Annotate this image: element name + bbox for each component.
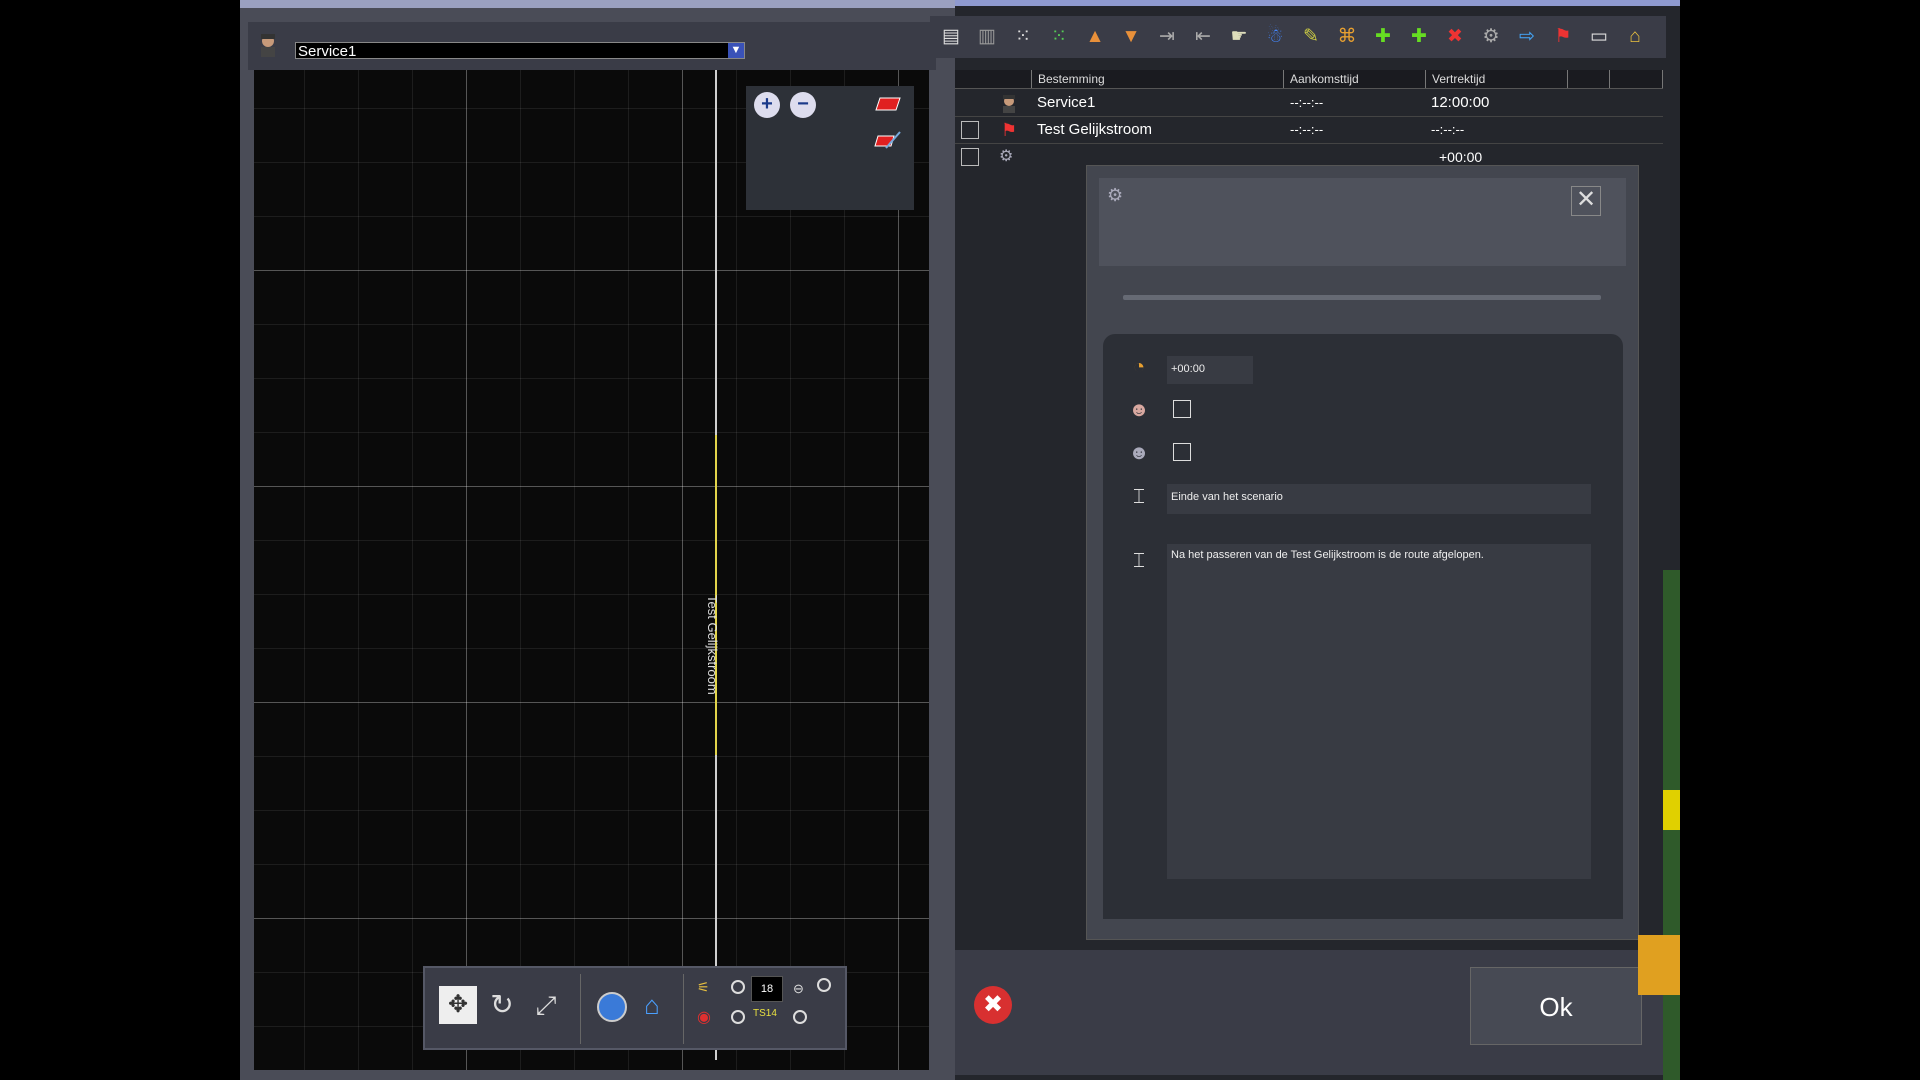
service-select-value: Service1 — [298, 43, 357, 60]
cancel-icon[interactable]: ✖ — [974, 986, 1012, 1024]
flag-icon[interactable]: ⚑ — [1550, 24, 1576, 50]
arrival-cell: --:--:-- — [1290, 122, 1324, 137]
move-down-icon[interactable]: ▼ — [1118, 24, 1144, 50]
column-header-destination[interactable]: Bestemming — [1031, 70, 1283, 88]
resize-icon[interactable]: ⤢ — [527, 986, 565, 1024]
zoom-out-icon[interactable]: − — [790, 92, 816, 118]
ok-button[interactable]: Ok — [1470, 967, 1642, 1045]
home-icon[interactable]: ⌂ — [633, 986, 671, 1024]
map-toolbar: ✥ ↻ ⤢ ⌂ ⚟ 18 ⊖ ◉ TS14 — [423, 966, 847, 1050]
departure-cell: 12:00:00 — [1431, 94, 1490, 111]
trash-icon[interactable]: ▥ — [974, 24, 1000, 50]
table-row[interactable]: ⚑ Test Gelijkstroom --:--:-- --:--:-- — [955, 117, 1663, 144]
driver-icon — [999, 93, 1019, 113]
driver-settings-icon: ☻ — [1128, 442, 1150, 464]
text-settings-icon: ⌶ — [1133, 550, 1145, 572]
split-icon[interactable]: ⇥ — [1154, 24, 1180, 50]
dialog-title-bar: ⚙ — [1099, 178, 1626, 266]
departure-cell: --:--:-- — [1431, 122, 1465, 137]
scenery-train — [1663, 790, 1680, 830]
row-checkbox[interactable] — [961, 121, 979, 139]
add-branch-icon[interactable]: ✚ — [1370, 24, 1396, 50]
panel-icon[interactable]: ▭ — [1586, 24, 1612, 50]
remove-icon[interactable]: ✖ — [1442, 24, 1468, 50]
dialog-separator — [1123, 295, 1601, 300]
row-checkbox[interactable] — [961, 148, 979, 166]
instruction-settings-icon: ⚙ — [999, 148, 1014, 165]
eraser-icon[interactable] — [874, 94, 902, 119]
close-icon[interactable]: ✕ — [1571, 186, 1601, 216]
people-icon[interactable]: ☃ — [1262, 24, 1288, 50]
flag-icon: ⚑ — [1001, 120, 1018, 140]
table-header: Bestemming Aankomsttijd Vertrektijd — [955, 70, 1663, 89]
radio-option-icon[interactable] — [793, 1010, 807, 1024]
scenario-description-text: Na het passeren van de Test Gelijkstroom… — [1171, 549, 1484, 561]
toolbar-divider — [580, 974, 581, 1044]
warning-icon[interactable]: ◉ — [697, 1008, 719, 1028]
settings-icon[interactable]: ⚙ — [1478, 24, 1504, 50]
column-header-departure[interactable]: Vertrektijd — [1425, 70, 1567, 88]
edit-icon[interactable]: ✎ — [1298, 24, 1324, 50]
version-label: TS14 — [753, 1008, 777, 1019]
layout-icon[interactable]: ⌂ — [1622, 24, 1648, 50]
import-icon[interactable]: ⇨ — [1514, 24, 1540, 50]
add-icon[interactable]: ✚ — [1406, 24, 1432, 50]
column-header-arrival[interactable]: Aankomsttijd — [1283, 70, 1425, 88]
dialog-body: ◔ +00:00 ☻ ☻ ⌶ Einde van het scenario ⌶ … — [1103, 334, 1623, 919]
chevron-down-icon[interactable]: ▼ — [728, 43, 744, 58]
toolbar-divider — [683, 974, 684, 1044]
editor-toolbar: ▤ ▥ ⁙ ⁙ ▲ ▼ ⇥ ⇤ ☛ ☃ ✎ ⌘ ✚ ✚ ✖ ⚙ ⇨ ⚑ ▭ ⌂ — [930, 16, 1666, 58]
column-header-extra — [1567, 70, 1609, 88]
save-icon[interactable]: ▤ — [938, 24, 964, 50]
move-up-icon[interactable]: ▲ — [1082, 24, 1108, 50]
schedule-table: Bestemming Aankomsttijd Vertrektijd Serv… — [955, 70, 1663, 166]
scenery-object — [1638, 935, 1680, 995]
text-settings-icon: ⌶ — [1133, 486, 1145, 508]
arrange-icon[interactable]: ⌘ — [1334, 24, 1360, 50]
hand-icon[interactable]: ☛ — [1226, 24, 1252, 50]
schedule-panel-top-strip — [955, 0, 1680, 6]
signal-icon[interactable]: ⚟ — [697, 978, 717, 996]
driver-icon — [256, 32, 280, 58]
radio-option-icon[interactable] — [731, 980, 745, 994]
eraser-edit-icon[interactable] — [874, 128, 902, 157]
map-grid[interactable] — [254, 70, 929, 1070]
scenario-description-textarea[interactable]: Na het passeren van de Test Gelijkstroom… — [1167, 544, 1591, 879]
instruction-dialog: ⚙ ✕ ◔ +00:00 ☻ ☻ ⌶ Einde van het scenari… — [1086, 165, 1639, 940]
grid-small-icon[interactable]: ⁙ — [1010, 24, 1036, 50]
passenger-checkbox[interactable] — [1173, 400, 1191, 418]
column-header-extra — [1609, 70, 1663, 88]
destination-cell: Service1 — [1037, 94, 1096, 111]
instruction-settings-icon: ⚙ — [1107, 185, 1124, 205]
merge-icon[interactable]: ⇤ — [1190, 24, 1216, 50]
zoom-panel: + − — [746, 86, 914, 210]
fullscreen-icon[interactable]: ✥ — [439, 986, 477, 1024]
map-panel-top-strip — [240, 0, 955, 8]
driver-checkbox[interactable] — [1173, 443, 1191, 461]
globe-icon[interactable] — [597, 992, 627, 1022]
grid-green-icon[interactable]: ⁙ — [1046, 24, 1072, 50]
time-offset-icon: ◔ — [1132, 356, 1146, 378]
zoom-in-icon[interactable]: + — [754, 92, 780, 118]
passenger-settings-icon: ☻ — [1128, 399, 1150, 421]
lock-icon[interactable]: ⊖ — [793, 982, 807, 996]
scenario-title-input[interactable]: Einde van het scenario — [1167, 484, 1591, 514]
speed-display: 18 — [751, 976, 783, 1002]
service-select[interactable]: Service1 ▼ — [295, 42, 745, 60]
radio-option-icon[interactable] — [817, 978, 831, 992]
destination-cell: Test Gelijkstroom — [1037, 121, 1153, 138]
time-offset-input[interactable]: +00:00 — [1167, 356, 1253, 384]
track-label: Test Gelijkstroom — [705, 595, 720, 695]
arrival-cell: --:--:-- — [1290, 95, 1324, 110]
radio-option-icon[interactable] — [731, 1010, 745, 1024]
table-row[interactable]: Service1 --:--:-- 12:00:00 — [955, 90, 1663, 117]
rotate-icon[interactable]: ↻ — [483, 986, 521, 1024]
